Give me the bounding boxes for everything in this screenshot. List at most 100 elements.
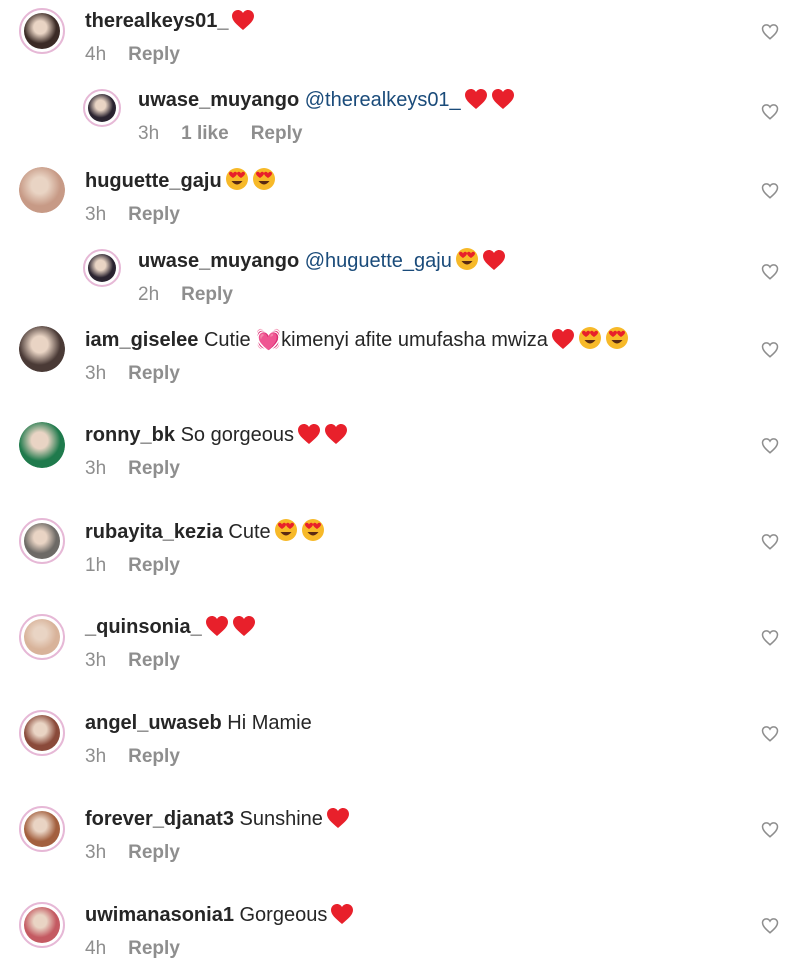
heart-outline-icon[interactable] <box>761 917 779 935</box>
heart-outline-icon[interactable] <box>761 821 779 839</box>
avatar-image <box>24 715 60 751</box>
avatar-image <box>24 619 60 655</box>
username[interactable]: iam_giselee <box>85 329 198 351</box>
comment: ronny_bk So gorgeous 3h Reply <box>0 422 800 492</box>
red-heart-emoji <box>324 423 348 445</box>
reply-button[interactable]: Reply <box>128 363 180 384</box>
red-heart-emoji <box>231 9 255 31</box>
heart-outline-icon[interactable] <box>761 23 779 41</box>
timestamp: 3h <box>85 650 107 671</box>
avatar[interactable] <box>19 806 65 852</box>
reply-button[interactable]: Reply <box>128 842 180 863</box>
avatar[interactable] <box>19 167 65 213</box>
avatar[interactable] <box>19 518 65 564</box>
comment: forever_djanat3 Sunshine 3h Reply <box>0 806 800 876</box>
avatar[interactable] <box>83 89 121 127</box>
avatar[interactable] <box>19 326 65 372</box>
comment: therealkeys01_ 4h Reply <box>0 8 800 78</box>
avatar[interactable] <box>83 249 121 287</box>
mention-link[interactable]: @therealkeys01_ <box>305 89 461 111</box>
red-heart-emoji <box>232 615 256 637</box>
avatar-image <box>88 254 116 282</box>
comment-text: Cute <box>228 521 271 543</box>
red-heart-emoji <box>330 903 354 925</box>
avatar-image <box>24 523 60 559</box>
reply-comment: uwase_muyango @therealkeys01_ 3h 1 like Rep… <box>0 87 800 157</box>
heart-outline-icon[interactable] <box>761 629 779 647</box>
timestamp: 3h <box>85 204 107 225</box>
comment: _quinsonia_ 3h Reply <box>0 614 800 684</box>
reply-comment: uwase_muyango @huguette_gaju 2h Reply <box>0 247 800 317</box>
avatar-image <box>19 422 65 468</box>
username[interactable]: rubayita_kezia <box>85 521 223 543</box>
heart-eyes-emoji <box>455 247 479 271</box>
mention-link[interactable]: @huguette_gaju <box>305 250 452 272</box>
username[interactable]: uwase_muyango <box>138 250 299 272</box>
red-heart-emoji <box>464 88 488 110</box>
reply-button[interactable]: Reply <box>181 284 233 305</box>
heart-eyes-emoji <box>225 167 249 191</box>
username[interactable]: _quinsonia_ <box>85 616 202 638</box>
username[interactable]: uwase_muyango <box>138 89 299 111</box>
reply-button[interactable]: Reply <box>128 650 180 671</box>
heart-eyes-emoji <box>252 167 276 191</box>
reply-button[interactable]: Reply <box>251 123 303 144</box>
heart-eyes-emoji <box>605 326 629 350</box>
reply-button[interactable]: Reply <box>128 746 180 767</box>
avatar-image <box>24 811 60 847</box>
avatar-image <box>24 907 60 943</box>
heart-eyes-emoji <box>274 518 298 542</box>
avatar[interactable] <box>19 8 65 54</box>
avatar[interactable] <box>19 902 65 948</box>
red-heart-emoji <box>205 615 229 637</box>
timestamp: 3h <box>85 458 107 479</box>
heart-outline-icon[interactable] <box>761 437 779 455</box>
avatar[interactable] <box>19 710 65 756</box>
comment-text: Sunshine <box>239 808 323 830</box>
red-heart-emoji <box>482 249 506 271</box>
heart-eyes-emoji <box>578 326 602 350</box>
username[interactable]: uwimanasonia1 <box>85 904 234 926</box>
red-heart-emoji <box>326 807 350 829</box>
avatar[interactable] <box>19 422 65 468</box>
heart-outline-icon[interactable] <box>761 341 779 359</box>
red-heart-emoji <box>551 328 575 350</box>
comment: iam_giselee Cutie 💓kimenyi afite umufash… <box>0 326 800 396</box>
avatar-image <box>24 13 60 49</box>
timestamp: 3h <box>85 363 107 384</box>
reply-button[interactable]: Reply <box>128 555 180 576</box>
reply-button[interactable]: Reply <box>128 44 180 65</box>
like-count[interactable]: 1 like <box>181 123 229 144</box>
comment: uwimanasonia1 Gorgeous 4h Reply <box>0 902 800 972</box>
username[interactable]: forever_djanat3 <box>85 808 234 830</box>
heart-outline-icon[interactable] <box>761 182 779 200</box>
comment: rubayita_kezia Cute 1h Reply <box>0 518 800 588</box>
timestamp: 4h <box>85 938 107 959</box>
username[interactable]: ronny_bk <box>85 424 175 446</box>
red-heart-emoji <box>297 423 321 445</box>
heart-outline-icon[interactable] <box>761 725 779 743</box>
heart-outline-icon[interactable] <box>761 103 779 121</box>
username[interactable]: angel_uwaseb <box>85 712 222 734</box>
reply-button[interactable]: Reply <box>128 938 180 959</box>
reply-button[interactable]: Reply <box>128 458 180 479</box>
red-heart-emoji <box>491 88 515 110</box>
timestamp: 1h <box>85 555 107 576</box>
comment: huguette_gaju 3h Reply <box>0 167 800 237</box>
timestamp: 3h <box>85 746 107 767</box>
timestamp: 4h <box>85 44 107 65</box>
reply-button[interactable]: Reply <box>128 204 180 225</box>
username[interactable]: huguette_gaju <box>85 170 222 192</box>
comment-text: Gorgeous <box>239 904 328 926</box>
avatar[interactable] <box>19 614 65 660</box>
timestamp: 2h <box>138 284 160 305</box>
username[interactable]: therealkeys01_ <box>85 10 228 32</box>
heart-outline-icon[interactable] <box>761 263 779 281</box>
heart-outline-icon[interactable] <box>761 533 779 551</box>
comment-text: Hi Mamie <box>227 712 312 734</box>
avatar-image <box>19 167 65 213</box>
avatar-image <box>88 94 116 122</box>
timestamp: 3h <box>138 123 160 144</box>
comment: angel_uwaseb Hi Mamie 3h Reply <box>0 710 800 780</box>
avatar-image <box>19 326 65 372</box>
